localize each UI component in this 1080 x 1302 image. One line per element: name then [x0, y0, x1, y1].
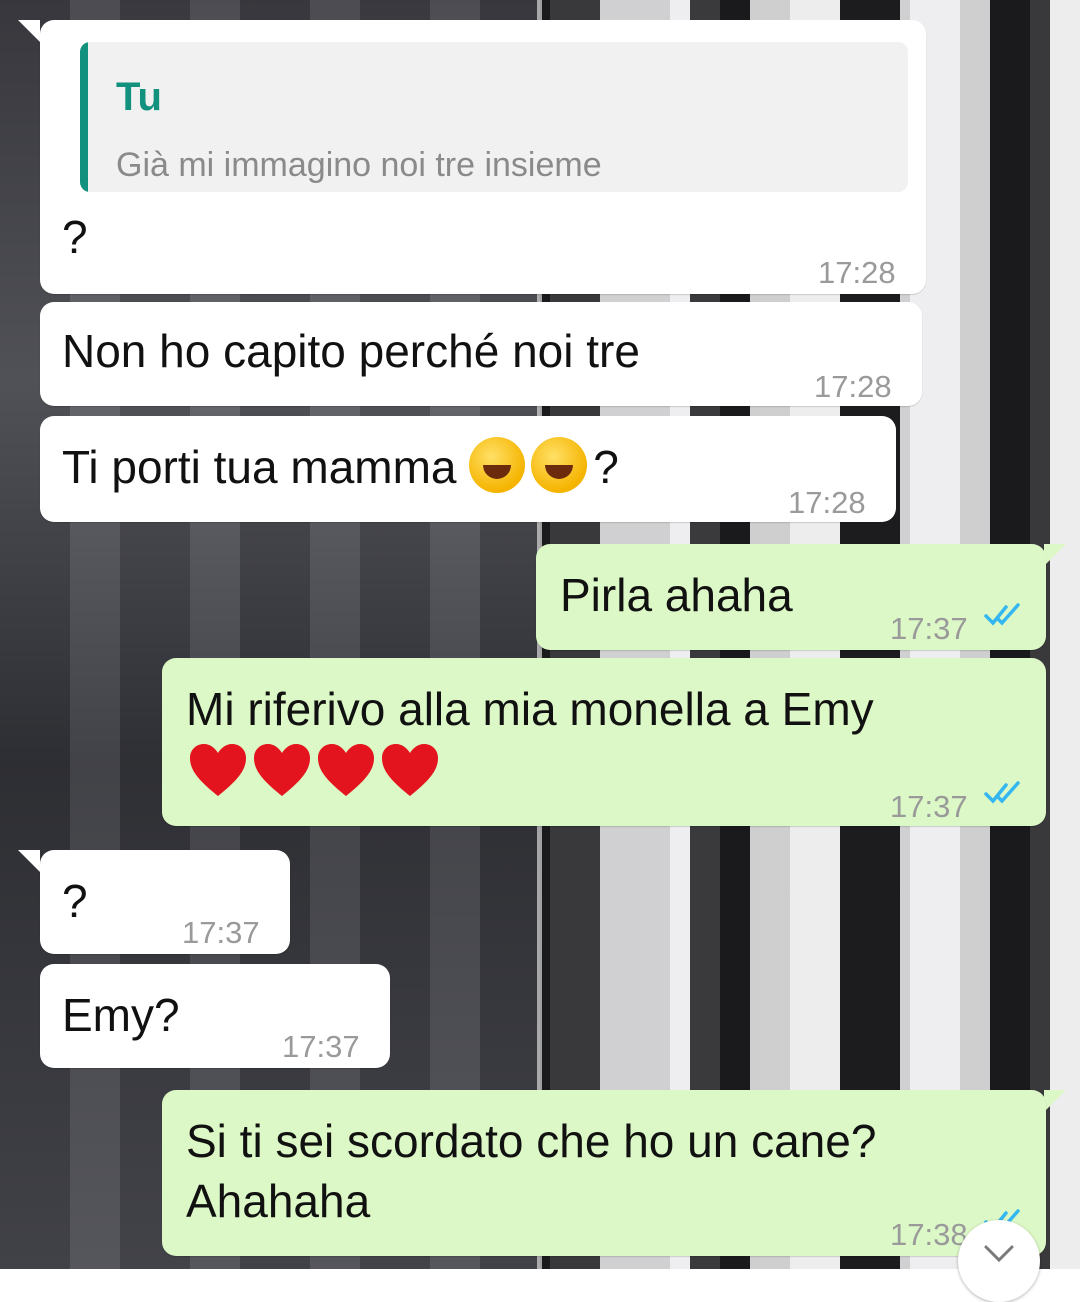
quote-accent-bar — [80, 42, 88, 192]
quote-author: Tu — [116, 75, 162, 119]
message-time: 17:37 — [282, 1029, 360, 1064]
message-time: 17:37 — [182, 915, 260, 950]
message-outgoing[interactable]: Mi riferivo alla mia monella a Emy 17:37 — [162, 658, 1046, 826]
quote-text: Già mi immagino noi tre insieme — [116, 146, 602, 184]
double-check-icon — [984, 781, 1020, 804]
message-text-line-2: Ahahaha — [186, 1175, 371, 1227]
chevron-down-icon — [984, 1245, 1014, 1263]
double-check-icon — [984, 603, 1020, 626]
message-text: ? — [62, 211, 88, 263]
message-incoming[interactable]: Emy? 17:37 — [40, 964, 390, 1068]
message-incoming[interactable]: ? 17:37 — [40, 850, 290, 954]
message-text: Pirla ahaha — [560, 569, 793, 621]
message-outgoing[interactable]: Pirla ahaha 17:37 — [536, 544, 1046, 650]
rolling-laughing-emoji-icon — [469, 437, 526, 493]
message-incoming[interactable]: Ti porti tua mamma ? 17:28 — [40, 416, 896, 522]
message-time: 17:28 — [814, 369, 892, 404]
bubble-tail — [18, 20, 40, 42]
quoted-message[interactable]: Tu Già mi immagino noi tre insieme — [80, 42, 908, 192]
message-text-part: ? — [593, 441, 619, 493]
message-time: 17:38 — [890, 1217, 968, 1252]
message-text: Ti porti tua mamma ? — [62, 436, 619, 498]
message-incoming-quoted[interactable]: Tu Già mi immagino noi tre insieme ? 17:… — [40, 20, 926, 294]
message-text: Emy? — [62, 989, 180, 1041]
message-time: 17:37 — [890, 611, 968, 646]
message-incoming[interactable]: Non ho capito perché noi tre 17:28 — [40, 302, 922, 406]
bubble-tail — [1044, 1090, 1066, 1112]
message-text: ? — [62, 875, 88, 927]
message-outgoing[interactable]: Si ti sei scordato che ho un cane? Ahaha… — [162, 1090, 1046, 1256]
rolling-laughing-emoji-icon — [531, 437, 588, 493]
message-time: 17:37 — [890, 789, 968, 824]
message-time: 17:28 — [788, 485, 866, 520]
message-text-part: Ti porti tua mamma — [62, 441, 470, 493]
message-text-line-1: Si ti sei scordato che ho un cane? — [186, 1115, 877, 1167]
message-time: 17:28 — [818, 255, 896, 290]
red-heart-icon — [254, 744, 310, 796]
bubble-tail — [18, 850, 40, 872]
red-heart-icon — [382, 744, 438, 796]
message-text: Mi riferivo alla mia monella a Emy — [186, 683, 874, 735]
scroll-to-bottom-button[interactable] — [958, 1220, 1040, 1302]
message-text: Non ho capito perché noi tre — [62, 325, 640, 377]
red-heart-icon — [318, 744, 374, 796]
bubble-tail — [1044, 544, 1066, 566]
red-heart-icon — [190, 744, 246, 796]
